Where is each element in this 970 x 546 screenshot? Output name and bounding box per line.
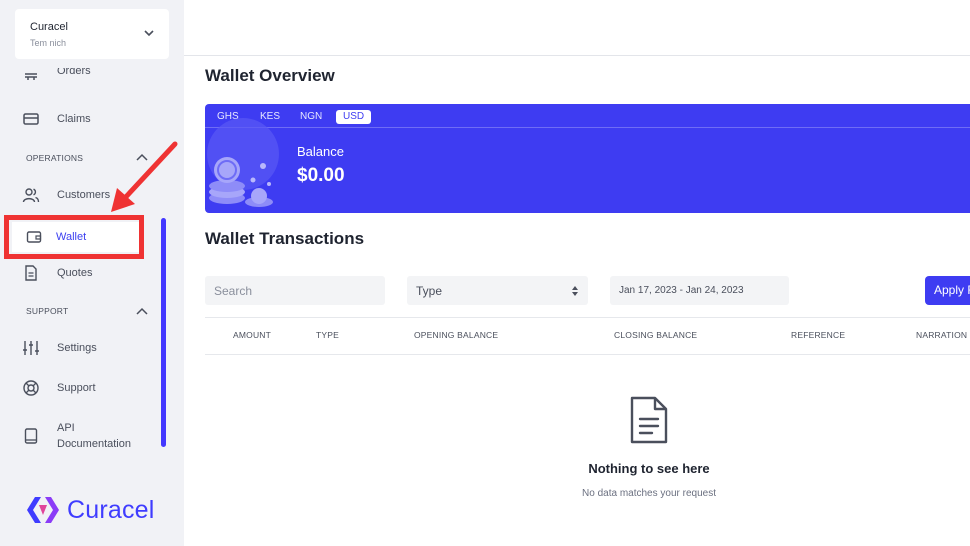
annotation-highlight-box xyxy=(4,215,144,259)
sidebar: Curacel Tem nich Orders Claims OPERATION… xyxy=(0,0,184,546)
sidebar-item-label: Claims xyxy=(57,113,91,125)
org-subtitle: Tem nich xyxy=(30,38,67,48)
column-header-amount: AMOUNT xyxy=(233,330,272,340)
apply-filter-button[interactable]: Apply Filter xyxy=(925,276,970,305)
tab-usd[interactable]: USD xyxy=(336,110,372,124)
empty-state-title: Nothing to see here xyxy=(588,461,710,476)
balance-value: $0.00 xyxy=(297,165,345,186)
book-icon xyxy=(24,428,38,444)
search-placeholder: Search xyxy=(214,284,253,298)
sidebar-item-support[interactable]: Support xyxy=(22,376,162,400)
sidebar-scrollbar[interactable] xyxy=(161,218,166,447)
tab-ngn[interactable]: NGN xyxy=(300,110,322,124)
date-range-picker[interactable]: Jan 17, 2023 - Jan 24, 2023 xyxy=(610,276,789,305)
column-header-narration: NARRATION xyxy=(916,330,968,340)
balance-label: Balance xyxy=(297,144,344,159)
sidebar-item-label: API Documentation xyxy=(57,422,131,450)
sort-arrows-icon xyxy=(572,286,578,296)
sidebar-item-label: Quotes xyxy=(57,267,93,279)
column-header-reference: REFERENCE xyxy=(791,330,846,340)
sliders-icon xyxy=(23,341,39,355)
chevron-up-icon[interactable] xyxy=(136,306,148,316)
table-header: AMOUNT TYPE OPENING BALANCE CLOSING BALA… xyxy=(205,317,970,355)
sidebar-item-label: Customers xyxy=(57,189,111,201)
annotation-arrow-icon xyxy=(111,141,178,212)
sidebar-item-label: Settings xyxy=(57,342,97,354)
org-switcher[interactable]: Curacel Tem nich xyxy=(15,9,169,59)
wallet-overview-title: Wallet Overview xyxy=(205,66,335,85)
brand-logo: Curacel xyxy=(25,495,155,525)
sidebar-item-label: Orders xyxy=(57,68,91,77)
empty-document-icon xyxy=(630,396,668,444)
org-name: Curacel xyxy=(30,21,68,33)
lifebuoy-icon xyxy=(23,380,39,396)
top-bar xyxy=(184,0,970,56)
search-input[interactable]: Search xyxy=(205,276,385,305)
type-select-value: Type xyxy=(416,284,443,298)
column-header-closing-balance: CLOSING BALANCE xyxy=(614,330,698,340)
sidebar-item-api-docs[interactable]: API Documentation xyxy=(22,421,162,451)
curacel-logo-icon xyxy=(27,497,59,523)
sidebar-item-label: Support xyxy=(57,382,96,394)
sidebar-item-settings[interactable]: Settings xyxy=(22,336,162,360)
empty-state-subtitle: No data matches your request xyxy=(582,488,716,499)
banner-divider xyxy=(205,127,970,128)
wallet-transactions-title: Wallet Transactions xyxy=(205,229,365,248)
document-icon xyxy=(25,265,37,281)
brand-name: Curacel xyxy=(67,495,155,524)
orders-icon xyxy=(25,73,37,80)
users-icon xyxy=(22,188,40,203)
column-header-opening-balance: OPENING BALANCE xyxy=(414,330,499,340)
section-support: SUPPORT xyxy=(26,306,69,316)
column-header-type: TYPE xyxy=(316,330,340,340)
chevron-down-icon xyxy=(144,30,154,37)
date-range-value: Jan 17, 2023 - Jan 24, 2023 xyxy=(619,285,744,296)
coins-illustration-icon xyxy=(207,118,279,207)
section-operations: OPERATIONS xyxy=(26,153,84,163)
type-select[interactable]: Type xyxy=(407,276,588,305)
sidebar-item-quotes[interactable]: Quotes xyxy=(22,261,162,285)
card-icon xyxy=(23,113,39,125)
balance-banner: GHS KES NGN USD Balance $0.00 xyxy=(205,104,970,213)
sidebar-item-claims[interactable]: Claims xyxy=(22,107,162,131)
sidebar-item-orders[interactable]: Orders xyxy=(22,68,162,86)
